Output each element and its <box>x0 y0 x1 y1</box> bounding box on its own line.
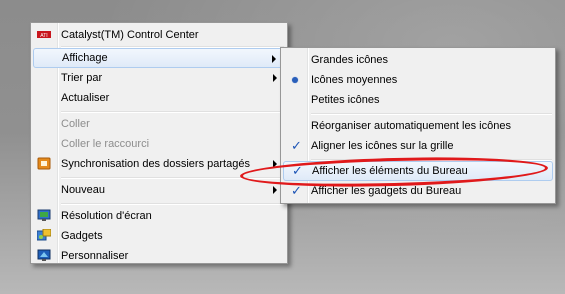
menu-item-label: Actualiser <box>61 92 110 104</box>
menu-item-label: Coller le raccourci <box>61 138 150 150</box>
gadgets-icon <box>36 228 52 242</box>
desktop-context-menu: ATI Catalyst(TM) Control Center Affichag… <box>30 22 288 264</box>
menu-item-gadgets[interactable]: Gadgets <box>33 226 285 246</box>
menu-separator <box>61 111 284 113</box>
submenu-arrow-icon <box>273 186 277 194</box>
menu-item-label: Trier par <box>61 72 103 84</box>
menu-item-trier-par[interactable]: Trier par <box>33 68 285 88</box>
menu-item-personnaliser[interactable]: Personnaliser <box>33 246 285 266</box>
menu-item-coller-raccourci[interactable]: Coller le raccourci <box>33 134 285 154</box>
menu-item-label: Résolution d'écran <box>61 210 152 222</box>
menu-item-label: Personnaliser <box>61 250 129 262</box>
menu-item-affichage[interactable]: Affichage <box>33 48 285 68</box>
menu-item-label: Réorganiser automatiquement les icônes <box>311 120 511 132</box>
menu-item-label: Affichage <box>62 52 108 64</box>
submenu-arrow-icon <box>272 55 276 63</box>
display-icon <box>37 209 51 222</box>
submenu-item-petites-icones[interactable]: Petites icônes <box>283 90 553 110</box>
menu-item-label: Icônes moyennes <box>311 74 398 86</box>
menu-item-label: Catalyst(TM) Control Center <box>61 29 199 41</box>
menu-item-actualiser[interactable]: Actualiser <box>33 88 285 108</box>
menu-item-coller[interactable]: Coller <box>33 114 285 134</box>
menu-item-catalyst-control-center[interactable]: ATI Catalyst(TM) Control Center <box>33 25 285 45</box>
svg-text:ATI: ATI <box>40 33 47 39</box>
checkmark-icon: ✓ <box>291 138 302 153</box>
menu-item-label: Grandes icônes <box>311 54 389 66</box>
menu-item-resolution-ecran[interactable]: Résolution d'écran <box>33 206 285 226</box>
menu-item-label: Nouveau <box>61 184 106 196</box>
sync-folder-icon <box>37 157 51 170</box>
submenu-arrow-icon <box>273 74 277 82</box>
menu-separator <box>311 113 552 115</box>
menu-item-label: Petites icônes <box>311 94 380 106</box>
ati-logo-icon: ATI <box>37 28 51 41</box>
menu-item-label: Gadgets <box>61 230 103 242</box>
menu-item-label: Aligner les icônes sur la grille <box>311 140 454 152</box>
menu-item-label: Synchronisation des dossiers partagés <box>61 158 250 170</box>
menu-separator <box>61 203 284 205</box>
menu-item-nouveau[interactable]: Nouveau <box>33 180 285 200</box>
personalize-icon <box>37 249 51 262</box>
submenu-item-aligner-grille[interactable]: ✓ Aligner les icônes sur la grille <box>283 136 553 156</box>
menu-item-label: Coller <box>61 118 90 130</box>
menu-item-label: Afficher les gadgets du Bureau <box>311 185 462 197</box>
submenu-item-grandes-icones[interactable]: Grandes icônes <box>283 50 553 70</box>
submenu-item-icones-moyennes[interactable]: Icônes moyennes <box>283 70 553 90</box>
submenu-item-reorganiser-auto[interactable]: Réorganiser automatiquement les icônes <box>283 116 553 136</box>
radio-selected-icon <box>292 77 298 83</box>
